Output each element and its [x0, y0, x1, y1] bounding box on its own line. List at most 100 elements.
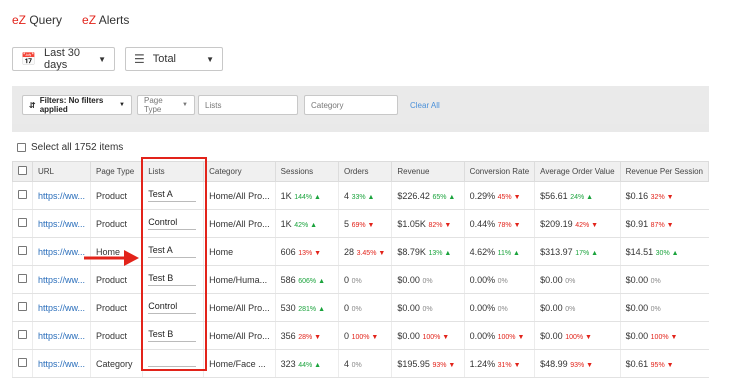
- revenue-cell: $0.00 0%: [391, 293, 465, 322]
- tab-ez-alerts[interactable]: eZ Alerts: [82, 13, 129, 31]
- select-all[interactable]: Select all 1752 items: [17, 142, 123, 153]
- sessions-cell: 606 13% ▼: [274, 237, 339, 266]
- metric-change: 100% ▼: [422, 333, 450, 341]
- col-page-type[interactable]: Page Type: [90, 161, 144, 182]
- metric-change: 42% ▲: [294, 221, 318, 229]
- metric-change: 95% ▼: [650, 361, 674, 369]
- sessions-cell: 530 281% ▲: [274, 293, 339, 322]
- metric-value: 356: [280, 330, 296, 341]
- row-checkbox[interactable]: [18, 246, 27, 255]
- url-link[interactable]: https://ww...: [31, 321, 91, 350]
- divider-band: [12, 124, 709, 132]
- metric-value: $0.00: [397, 274, 420, 285]
- orders-cell: 28 3.45% ▼: [338, 237, 392, 266]
- top-nav: eZ Query eZ Alerts: [12, 13, 129, 31]
- metric-change: 65% ▲: [432, 193, 456, 201]
- revenue-cell: $8.79K 13% ▲: [391, 237, 465, 266]
- sessions-cell: 356 28% ▼: [274, 321, 339, 350]
- table-row[interactable]: https://ww... Product Test B Home/All Pr…: [12, 321, 709, 350]
- metric-value: 530: [280, 302, 296, 313]
- metric-value: 0.00%: [469, 330, 496, 341]
- page-type-filter[interactable]: Page Type ▼: [137, 95, 195, 115]
- rps-cell: $0.00 0%: [619, 265, 709, 294]
- page-type-cell: Category: [90, 349, 143, 378]
- chevron-down-icon: ▼: [206, 54, 214, 64]
- metric-value: $0.61: [625, 358, 649, 369]
- conversion-rate-cell: 0.44% 78% ▼: [463, 209, 535, 238]
- category-filter[interactable]: Category: [304, 95, 398, 115]
- orders-cell: 4 33% ▲: [338, 181, 392, 210]
- table-row[interactable]: https://ww... Product Test B Home/Huma..…: [12, 265, 709, 294]
- url-link[interactable]: https://ww...: [31, 181, 91, 210]
- rps-cell: $0.61 95% ▼: [619, 349, 709, 378]
- metric-change: 0%: [650, 277, 661, 285]
- lists-column-highlight: [141, 157, 207, 371]
- row-checkbox[interactable]: [18, 358, 27, 367]
- metric-change: 42% ▼: [575, 221, 599, 229]
- metric-change: 100% ▼: [650, 333, 678, 341]
- select-all-checkbox[interactable]: [17, 143, 26, 152]
- row-checkbox[interactable]: [18, 274, 27, 283]
- conversion-rate-cell: 4.62% 11% ▲: [463, 237, 535, 266]
- total-value: Total: [152, 53, 177, 65]
- col-revenue-per-session[interactable]: Revenue Per Session: [619, 161, 710, 182]
- metric-value: 4: [344, 190, 350, 201]
- url-link[interactable]: https://ww...: [31, 265, 91, 294]
- metric-value: 0.00%: [469, 274, 496, 285]
- metric-value: 4: [344, 358, 350, 369]
- clear-all-link[interactable]: Clear All: [410, 101, 440, 110]
- metric-change: 87% ▼: [650, 221, 674, 229]
- url-link[interactable]: https://ww...: [31, 237, 91, 266]
- metric-change: 144% ▲: [294, 193, 321, 201]
- col-orders[interactable]: Orders: [338, 161, 393, 182]
- table-header-row: URL Page Type Lists Category Sessions Or…: [12, 161, 710, 182]
- row-checkbox[interactable]: [18, 218, 27, 227]
- metric-value: $0.00: [625, 302, 649, 313]
- row-checkbox[interactable]: [18, 330, 27, 339]
- conversion-rate-cell: 1.24% 31% ▼: [463, 349, 535, 378]
- tab-label: Query: [26, 13, 63, 27]
- lists-filter[interactable]: Lists: [198, 95, 298, 115]
- metric-value: $0.00: [397, 302, 420, 313]
- col-category[interactable]: Category: [203, 161, 276, 182]
- aov-cell: $209.19 42% ▼: [534, 209, 621, 238]
- row-checkbox[interactable]: [18, 302, 27, 311]
- col-url[interactable]: URL: [31, 161, 92, 182]
- metric-change: 17% ▲: [575, 249, 599, 257]
- url-link[interactable]: https://ww...: [31, 209, 91, 238]
- col-conversion-rate[interactable]: Conversion Rate: [463, 161, 536, 182]
- metric-value: $0.00: [625, 274, 649, 285]
- chevron-down-icon: ▼: [98, 54, 106, 64]
- filters-button[interactable]: ⇵ Filters: No filters applied ▼: [22, 95, 132, 115]
- table-row[interactable]: https://ww... Category Home/Face ... 323…: [12, 349, 709, 378]
- date-range-select[interactable]: 📅 Last 30 days ▼: [12, 47, 115, 71]
- table-row[interactable]: https://ww... Product Control Home/All P…: [12, 293, 709, 322]
- url-link[interactable]: https://ww...: [31, 293, 91, 322]
- col-sessions[interactable]: Sessions: [274, 161, 340, 182]
- metric-value: $0.00: [540, 302, 563, 313]
- category-cell: Home: [203, 237, 276, 266]
- metric-change: 93% ▼: [570, 361, 594, 369]
- metric-change: 100% ▼: [351, 333, 379, 341]
- metric-change: 0%: [351, 277, 362, 285]
- metric-value: 28: [344, 246, 355, 257]
- conversion-rate-cell: 0.00% 0%: [463, 293, 535, 322]
- url-link[interactable]: https://ww...: [31, 349, 91, 378]
- metric-value: 4.62%: [469, 246, 496, 257]
- table-row[interactable]: https://ww... Product Control Home/All P…: [12, 209, 709, 238]
- row-checkbox[interactable]: [18, 190, 27, 199]
- table-row[interactable]: https://ww... Product Test A Home/All Pr…: [12, 181, 709, 210]
- tab-ez-query[interactable]: eZ Query: [12, 13, 62, 31]
- header-checkbox[interactable]: [18, 166, 27, 175]
- total-select[interactable]: ☰ Total ▼: [125, 47, 223, 71]
- list-icon: ☰: [134, 52, 145, 66]
- metric-value: 1K: [280, 218, 292, 229]
- metric-value: 0.29%: [469, 190, 496, 201]
- col-average-order-value[interactable]: Average Order Value: [534, 161, 621, 182]
- metric-value: $48.99: [540, 358, 568, 369]
- metric-change: 0%: [497, 305, 508, 313]
- revenue-cell: $226.42 65% ▲: [391, 181, 465, 210]
- col-revenue[interactable]: Revenue: [391, 161, 465, 182]
- revenue-cell: $195.95 93% ▼: [391, 349, 465, 378]
- metric-value: $1.05K: [397, 218, 426, 229]
